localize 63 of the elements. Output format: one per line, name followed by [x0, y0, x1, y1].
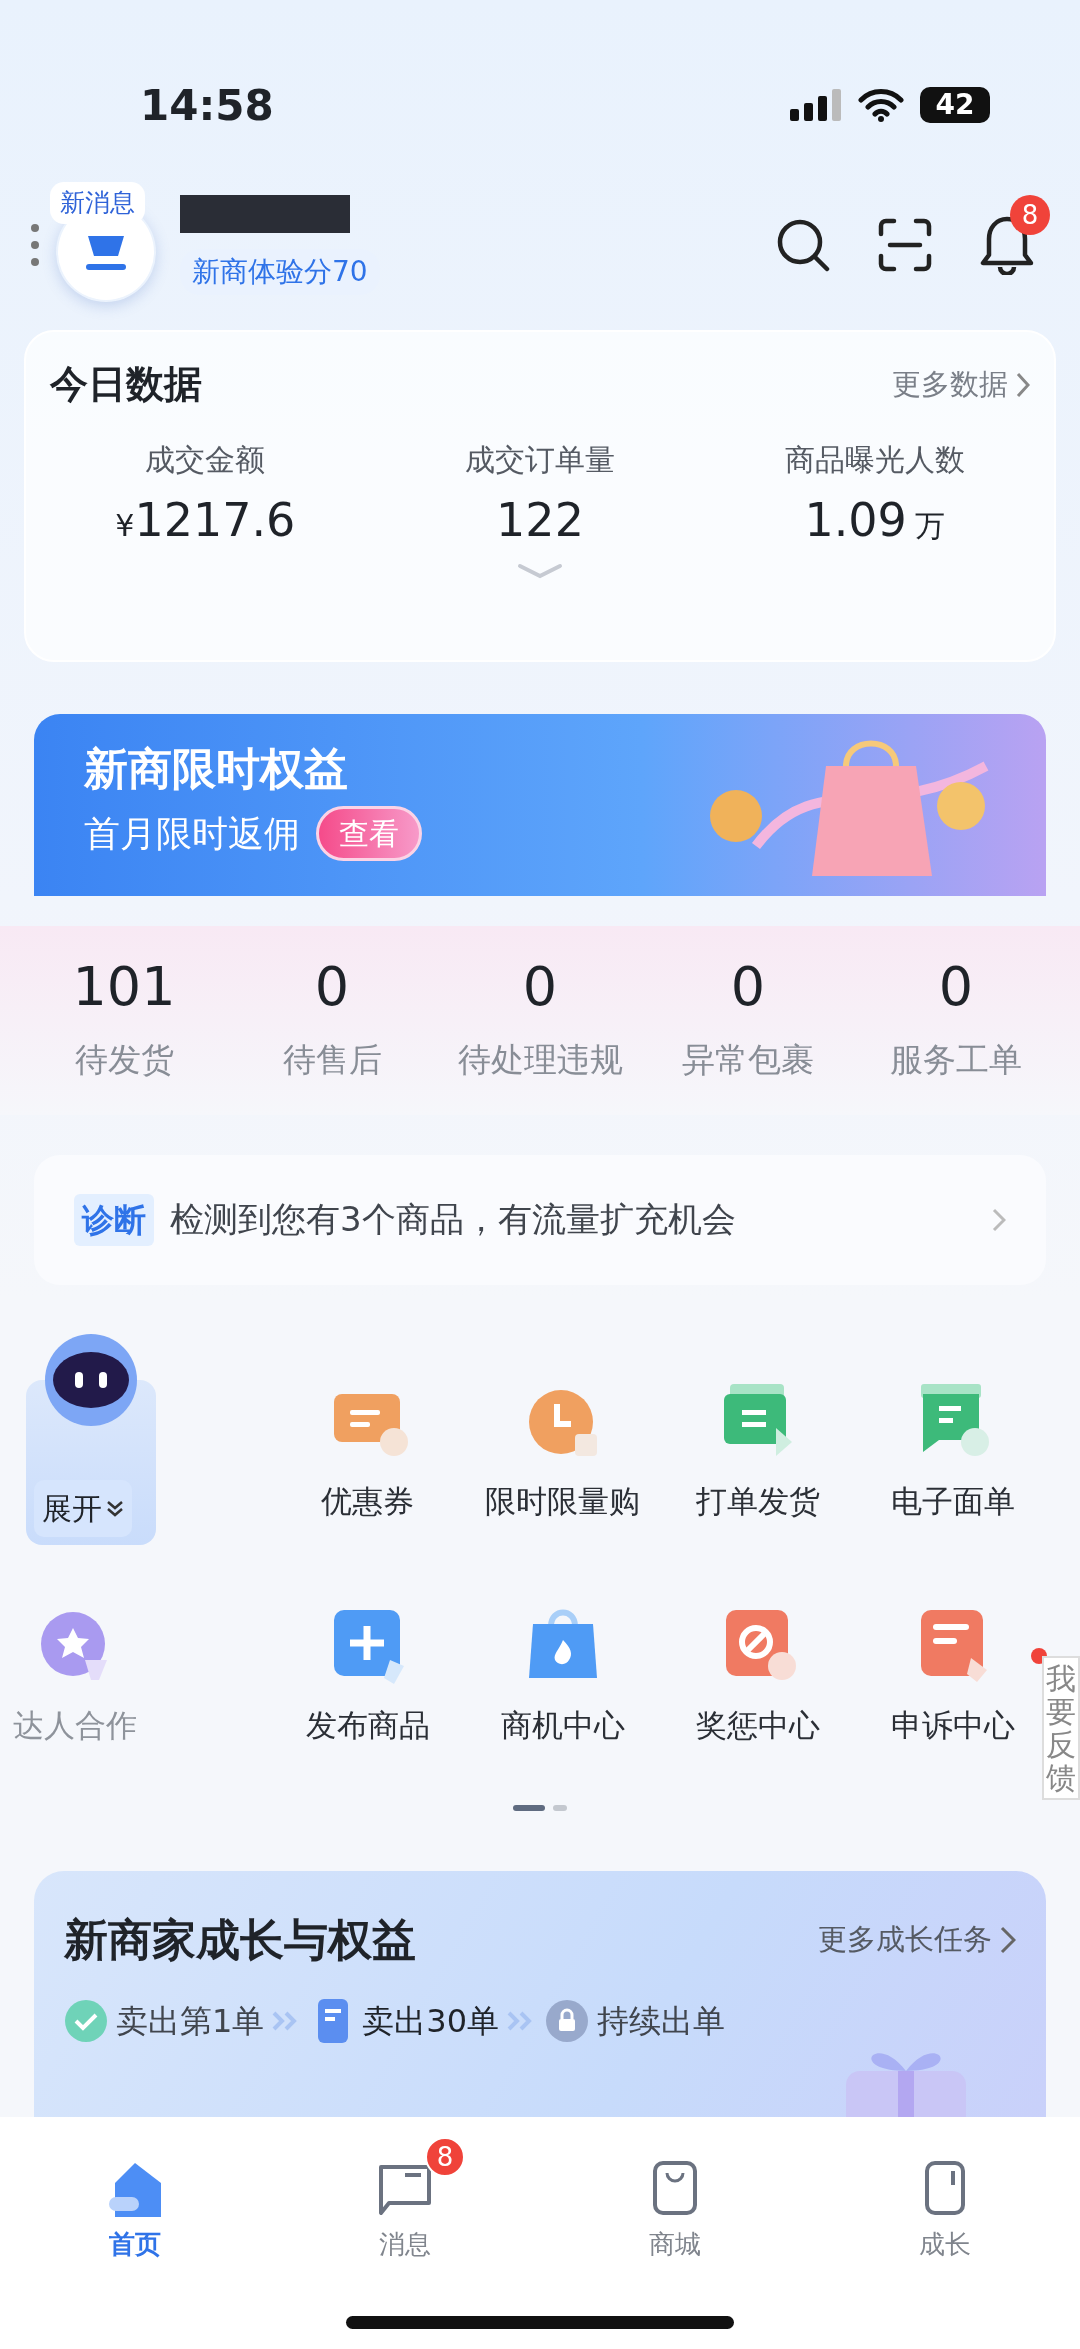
stat-item[interactable]: 0 异常包裹 — [648, 946, 848, 1085]
new-message-badge: 新消息 — [50, 182, 145, 224]
nav-tab[interactable]: 商城 — [595, 2133, 755, 2349]
chevron-right-icon — [1016, 371, 1030, 398]
tool-item[interactable]: 打单发货 — [695, 1379, 820, 1524]
metric-value: 122 — [495, 492, 585, 549]
double-chevron-icon — [106, 1499, 124, 1518]
milestone-step: 持续出单 — [545, 1996, 726, 2045]
stat-item[interactable]: 0 服务工单 — [856, 946, 1056, 1085]
more-dots-icon[interactable] — [30, 223, 40, 267]
expand-button[interactable]: 展开 — [34, 1480, 132, 1537]
more-tasks-link[interactable]: 更多成长任务 — [818, 1917, 1016, 1962]
status-time: 14:58 — [140, 79, 274, 132]
nav-tab[interactable]: 成长 — [865, 2133, 1025, 2349]
search-icon[interactable] — [776, 218, 830, 272]
metric-label: 商品曝光人数 — [783, 441, 966, 479]
tool-item[interactable]: 限时限量购 — [485, 1379, 640, 1524]
lock-icon — [545, 1998, 590, 2043]
banner-title: 新商限时权益 — [84, 742, 349, 796]
tool-item[interactable]: 优惠券 — [321, 1379, 414, 1524]
stat-label: 待发货 — [74, 1039, 174, 1081]
stat-count: 0 — [730, 954, 766, 1020]
milestone-step: 卖出30单 — [310, 1996, 500, 2045]
stat-item[interactable]: 0 待售后 — [232, 946, 432, 1085]
message-badge: 8 — [425, 2137, 465, 2177]
stat-label: 服务工单 — [890, 1039, 1022, 1081]
stat-count: 0 — [522, 954, 558, 1020]
stat-item[interactable]: 101 待发货 — [24, 946, 224, 1085]
diagnosis-text: 检测到您有3个商品，有流量扩充机会 — [170, 1198, 737, 1241]
stat-count: 0 — [314, 954, 350, 1020]
signal-icon — [790, 89, 842, 121]
tool-item[interactable]: 电子面单 — [890, 1379, 1015, 1524]
chevron-right-icon — [992, 1207, 1006, 1232]
chevron-right-icon — [1000, 1925, 1016, 1954]
wifi-icon — [858, 88, 904, 122]
tool-item[interactable]: 发布商品 — [305, 1604, 430, 1749]
stat-item[interactable]: 0 待处理违规 — [440, 946, 640, 1085]
feedback-tab[interactable]: 我要反馈 — [1042, 1656, 1080, 1800]
metric-label: 成交订单量 — [464, 441, 616, 479]
diagnosis-bar[interactable]: 诊断 检测到您有3个商品，有流量扩充机会 — [34, 1154, 1046, 1285]
stat-label: 待售后 — [282, 1039, 382, 1081]
stat-label: 待处理违规 — [457, 1039, 623, 1081]
stat-count: 101 — [72, 954, 176, 1020]
banner-subtitle: 首月限时返佣 — [84, 811, 300, 856]
tool-item[interactable]: 商机中心 — [500, 1604, 625, 1749]
growth-title: 新商家成长与权益 — [64, 1912, 416, 1967]
metric-label: 成交金额 — [144, 441, 267, 479]
metric-value: 1.09 万 — [803, 492, 946, 549]
tool-item[interactable]: 申诉中心 — [890, 1604, 1015, 1749]
milestone-step: 卖出第1单 — [64, 1996, 265, 2045]
card-title: 今日数据 — [50, 361, 202, 408]
nav-tab[interactable]: 首页 — [55, 2133, 215, 2349]
stat-count: 0 — [938, 954, 974, 1020]
metric-value: ¥1217.6 — [114, 492, 297, 549]
nav-tab[interactable]: 8 消息 — [325, 2133, 485, 2349]
stat-label: 异常包裹 — [682, 1039, 814, 1081]
scan-icon[interactable] — [878, 218, 932, 272]
battery-indicator: 42 — [920, 87, 990, 123]
notification-badge: 8 — [1010, 195, 1050, 235]
check-icon — [64, 1998, 108, 2043]
diagnosis-tag: 诊断 — [74, 1193, 154, 1246]
tool-item[interactable]: 奖惩中心 — [695, 1604, 820, 1749]
more-data-link[interactable]: 更多数据 — [892, 362, 1030, 407]
